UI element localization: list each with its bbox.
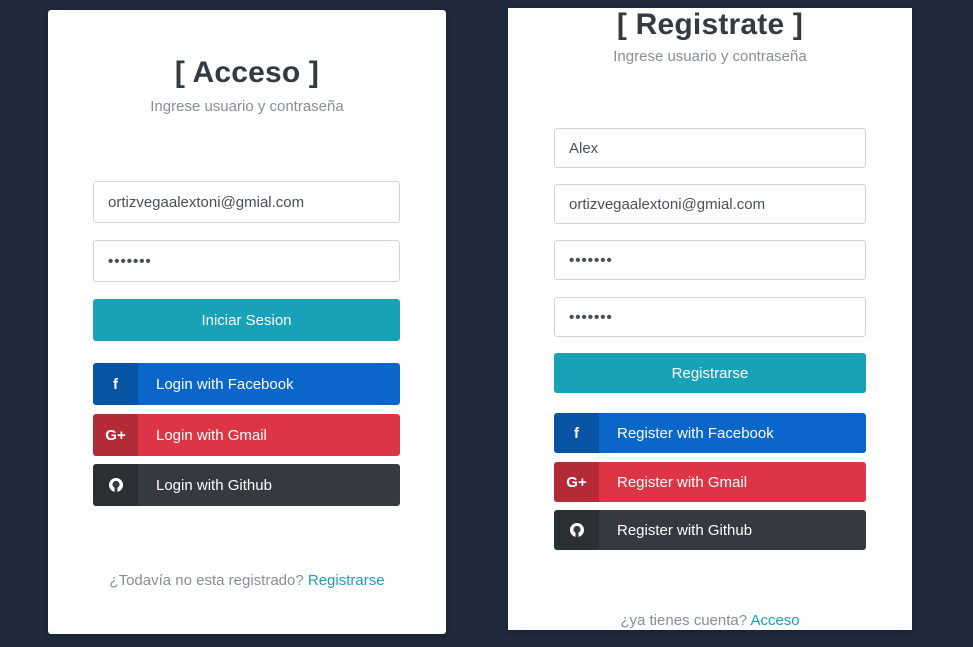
login-facebook-label: Login with Facebook [156,375,294,393]
login-link[interactable]: Acceso [750,612,799,629]
register-gmail-label: Register with Gmail [617,473,748,491]
register-title: [ Registrate ] [616,8,804,41]
login-subtitle: Ingrese usuario y contraseña [150,98,344,115]
login-card: [ Acceso ] Ingrese usuario y contraseña … [48,10,446,634]
google-plus-icon: G+ [554,462,599,502]
register-button[interactable]: Registrarse [554,353,866,393]
name-field[interactable]: Alex [554,128,866,168]
register-github-label: Register with Github [617,521,753,539]
facebook-icon: f [93,363,138,405]
register-subtitle: Ingrese usuario y contraseña [613,48,807,65]
login-footer-text: ¿Todavía no esta registrado? [109,572,304,589]
login-facebook-button[interactable]: f Login with Facebook [93,363,400,405]
login-title: [ Acceso ] [174,56,320,89]
login-button[interactable]: Iniciar Sesion [93,299,400,341]
register-password-confirm-field[interactable]: ••••••• [554,297,866,337]
login-github-button[interactable]: Login with Github [93,464,400,506]
facebook-icon: f [554,413,599,453]
register-facebook-button[interactable]: f Register with Facebook [554,413,866,453]
login-footer: ¿Todavía no esta registrado? Registrarse [48,572,446,589]
register-gmail-button[interactable]: G+ Register with Gmail [554,462,866,502]
register-github-button[interactable]: Register with Github [554,510,866,550]
register-footer: ¿ya tienes cuenta? Acceso [508,612,912,629]
github-icon [554,510,599,550]
register-email-field[interactable]: ortizvegaalextoni@gmial.com [554,184,866,224]
password-field[interactable]: ••••••• [93,240,400,282]
email-field[interactable]: ortizvegaalextoni@gmial.com [93,181,400,223]
register-facebook-label: Register with Facebook [617,424,774,442]
login-github-label: Login with Github [156,476,272,494]
register-link[interactable]: Registrarse [308,572,385,589]
login-gmail-button[interactable]: G+ Login with Gmail [93,414,400,456]
github-icon [93,464,138,506]
login-gmail-label: Login with Gmail [156,426,267,444]
register-footer-text: ¿ya tienes cuenta? [620,612,748,629]
google-plus-icon: G+ [93,414,138,456]
register-password-field[interactable]: ••••••• [554,240,866,280]
register-card: [ Registrate ] Ingrese usuario y contras… [508,8,912,630]
